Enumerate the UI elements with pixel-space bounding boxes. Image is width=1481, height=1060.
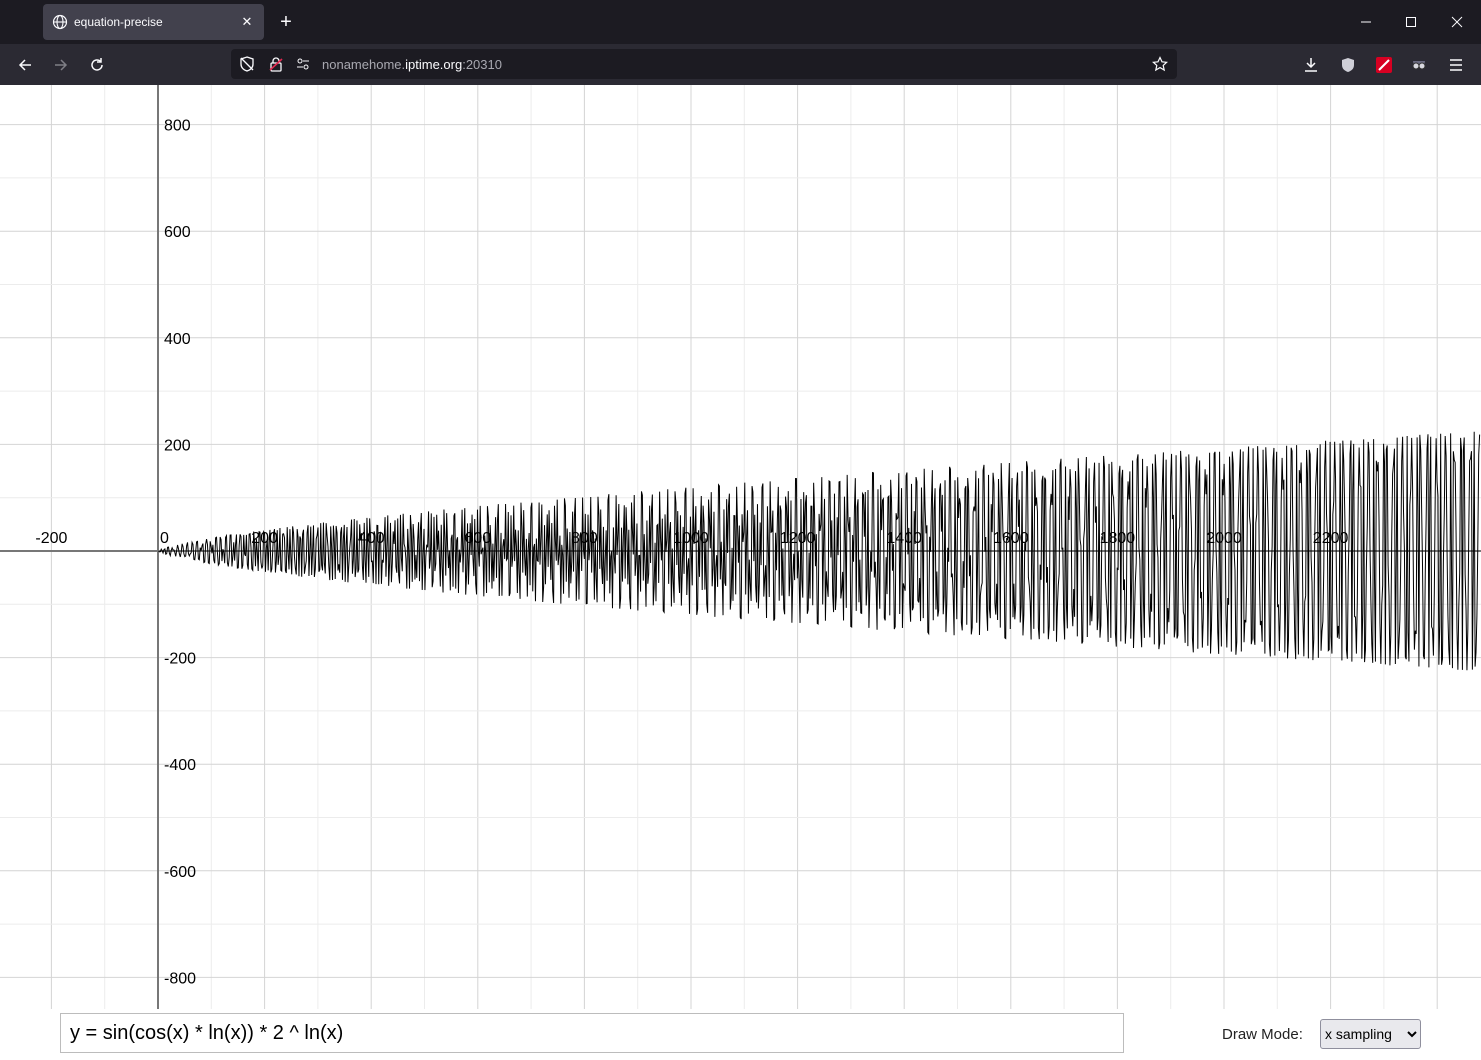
star-icon[interactable] (1152, 56, 1168, 72)
minimize-icon (1361, 21, 1371, 23)
y-tick-label: -200 (164, 651, 196, 668)
hamburger-icon (1450, 59, 1462, 71)
extension-red-button[interactable] (1371, 52, 1397, 78)
forward-button[interactable] (48, 52, 74, 78)
url-prefix: nonamehome. (322, 57, 406, 72)
x-tick-label: 1600 (993, 530, 1029, 547)
shield-slash-icon[interactable] (239, 56, 255, 72)
menu-button[interactable] (1443, 52, 1469, 78)
x-tick-label: 400 (358, 530, 385, 547)
close-icon (1451, 16, 1463, 28)
extension-shield-button[interactable] (1335, 52, 1361, 78)
arrow-right-icon (55, 59, 68, 71)
y-tick-label: 600 (164, 224, 191, 241)
draw-mode-select[interactable]: x sampling (1320, 1019, 1421, 1049)
url-host: iptime.org (405, 57, 463, 72)
minimize-button[interactable] (1343, 8, 1389, 36)
tab-close-icon[interactable]: ✕ (238, 14, 256, 30)
reload-icon (91, 58, 103, 71)
tab-equation-precise[interactable]: equation-precise ✕ (43, 4, 264, 40)
function-graph[interactable]: -200 0 200 400 600 800 1000 1200 1400 1600 1800 200… (0, 85, 1481, 1009)
x-tick-label: 1800 (1100, 530, 1136, 547)
maximize-icon (1406, 17, 1416, 27)
lock-icon[interactable] (268, 56, 284, 72)
url-text: nonamehome.iptime.org:20310 (322, 57, 502, 72)
shield-icon (1342, 58, 1354, 72)
y-tick-label: 800 (164, 118, 191, 135)
reload-button[interactable] (84, 52, 110, 78)
downloads-button[interactable] (1298, 52, 1324, 78)
maximize-button[interactable] (1388, 8, 1434, 36)
page-content: -200 0 200 400 600 800 1000 1200 1400 1600 1800 200… (0, 85, 1481, 1060)
extension-mask-button[interactable] (1406, 52, 1432, 78)
x-tick-label: 0 (160, 530, 169, 547)
x-tick-label: 200 (251, 530, 278, 547)
x-tick-label: 2200 (1313, 530, 1349, 547)
back-button[interactable] (12, 52, 38, 78)
arrow-left-icon (18, 59, 31, 71)
close-window-button[interactable] (1434, 8, 1480, 36)
y-tick-label: 200 (164, 437, 191, 454)
x-tick-label: 2000 (1206, 530, 1242, 547)
red-extension-icon (1376, 57, 1392, 73)
tab-bar: equation-precise ✕ + (0, 0, 1481, 44)
url-port: :20310 (462, 57, 502, 72)
equation-input[interactable] (60, 1013, 1124, 1053)
y-tick-label: -800 (164, 970, 196, 987)
x-tick-label: -200 (35, 530, 67, 547)
download-icon (1305, 58, 1317, 72)
x-tick-label: 1400 (886, 530, 922, 547)
y-tick-label: 400 (164, 331, 191, 348)
draw-mode-label: Draw Mode: (1222, 1026, 1303, 1043)
new-tab-button[interactable]: + (276, 10, 296, 34)
x-tick-label: 600 (464, 530, 491, 547)
y-tick-label: -400 (164, 757, 196, 774)
tab-title: equation-precise (74, 15, 163, 29)
y-tick-label: -600 (164, 864, 196, 881)
x-tick-label: 1000 (673, 530, 709, 547)
mask-icon (1412, 61, 1426, 70)
sliders-icon[interactable] (295, 56, 311, 72)
globe-icon (52, 14, 68, 30)
x-tick-label: 800 (571, 530, 598, 547)
x-tick-label: 1200 (780, 530, 816, 547)
